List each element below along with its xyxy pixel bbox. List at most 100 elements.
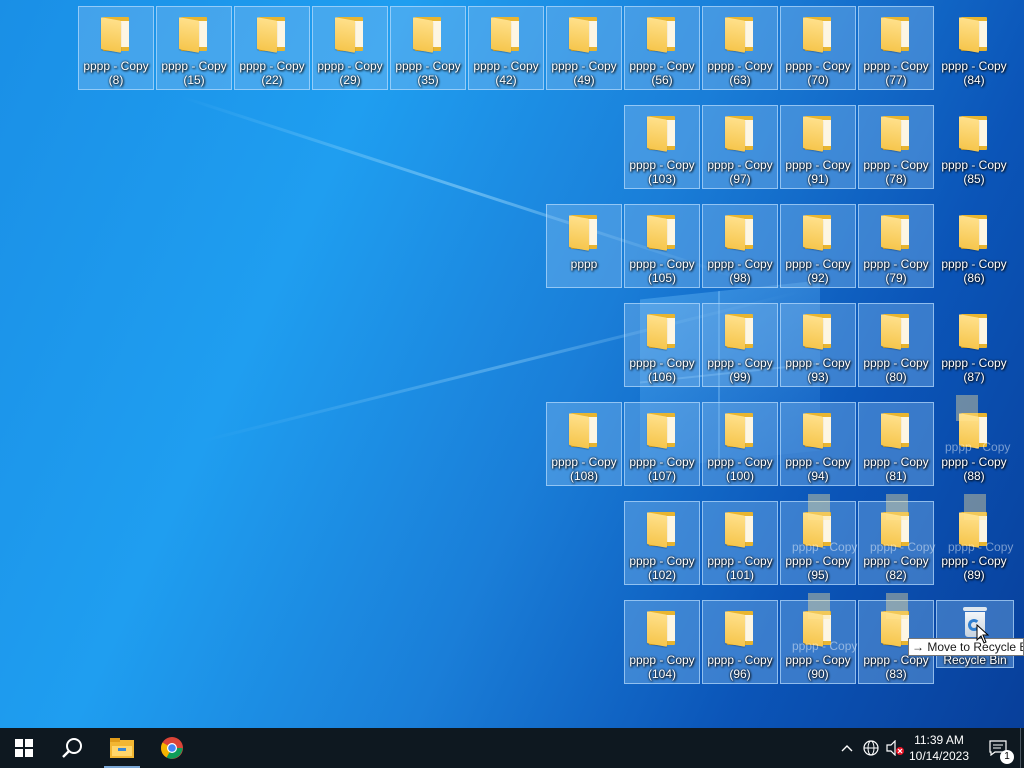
- desktop-folder-shortcut[interactable]: pppp - Copy (107): [624, 402, 700, 486]
- desktop-folder-shortcut[interactable]: pppp - Copy (97): [702, 105, 778, 189]
- folder-label-line: (86): [963, 271, 985, 285]
- desktop-folder-shortcut[interactable]: pppp - Copy (86): [936, 204, 1012, 288]
- desktop-folder-shortcut[interactable]: pppp - Copy (99): [702, 303, 778, 387]
- desktop-folder-shortcut[interactable]: pppp - Copy (70): [780, 6, 856, 90]
- desktop-folder-shortcut[interactable]: pppp - Copy (89): [936, 501, 1012, 585]
- search-button[interactable]: [48, 728, 96, 768]
- tray-overflow-button[interactable]: [838, 728, 856, 768]
- folder-label-line: (104): [647, 667, 676, 681]
- folder-label-line: pppp - Copy: [395, 59, 461, 73]
- folder-label: pppp - Copy (105): [624, 257, 700, 285]
- folder-label-line: (83): [885, 667, 907, 681]
- folder-label-line: (89): [963, 568, 985, 582]
- folder-label-line: pppp - Copy: [707, 653, 773, 667]
- desktop-folder-shortcut[interactable]: pppp - Copy (63): [702, 6, 778, 90]
- desktop-folder-shortcut[interactable]: pppp - Copy (81): [858, 402, 934, 486]
- folder-label-line: pppp - Copy: [941, 158, 1007, 172]
- folder-icon: [725, 114, 755, 152]
- desktop-folder-shortcut[interactable]: pppp - Copy (29): [312, 6, 388, 90]
- folder-label-line: (98): [729, 271, 751, 285]
- folder-label-line: pppp - Copy: [707, 455, 773, 469]
- folder-label-line: (96): [729, 667, 751, 681]
- volume-button[interactable]: [884, 728, 906, 768]
- network-button[interactable]: [860, 728, 882, 768]
- desktop-folder-shortcut[interactable]: pppp - Copy (104): [624, 600, 700, 684]
- desktop-folder-shortcut[interactable]: pppp - Copy (35): [390, 6, 466, 90]
- recycle-bin-shortcut[interactable]: Recycle Bin: [936, 600, 1014, 668]
- folder-label-line: pppp - Copy: [785, 158, 851, 172]
- folder-label-line: pppp - Copy: [785, 356, 851, 370]
- desktop-folder-shortcut[interactable]: pppp - Copy (91): [780, 105, 856, 189]
- desktop-folder-shortcut[interactable]: pppp - Copy (8): [78, 6, 154, 90]
- desktop-folder-shortcut[interactable]: pppp - Copy (100): [702, 402, 778, 486]
- desktop-folder-shortcut[interactable]: pppp - Copy (84): [936, 6, 1012, 90]
- clock-time: 11:39 AM: [914, 733, 964, 747]
- desktop-folder-shortcut[interactable]: pppp - Copy (15): [156, 6, 232, 90]
- folder-label-line: pppp - Copy: [863, 158, 929, 172]
- desktop-folder-shortcut[interactable]: pppp - Copy (80): [858, 303, 934, 387]
- desktop-folder-shortcut[interactable]: pppp: [546, 204, 622, 288]
- desktop-folder-shortcut[interactable]: pppp - Copy (93): [780, 303, 856, 387]
- folder-label: pppp - Copy (87): [936, 356, 1012, 384]
- folder-label-line: pppp - Copy: [707, 257, 773, 271]
- folder-label-line: (101): [725, 568, 754, 582]
- drag-drop-tooltip: → Move to Recycle Bin: [908, 638, 1024, 656]
- desktop-folder-shortcut[interactable]: pppp - Copy (90): [780, 600, 856, 684]
- desktop-folder-shortcut[interactable]: pppp - Copy (96): [702, 600, 778, 684]
- taskbar-clock[interactable]: 11:39 AM 10/14/2023: [906, 728, 972, 768]
- network-icon: [863, 740, 879, 756]
- folder-label: pppp - Copy (22): [234, 59, 310, 87]
- folder-label: pppp: [546, 257, 622, 271]
- desktop-folder-shortcut[interactable]: pppp - Copy (85): [936, 105, 1012, 189]
- folder-label-line: pppp - Copy: [941, 59, 1007, 73]
- desktop-folder-shortcut[interactable]: pppp - Copy (56): [624, 6, 700, 90]
- folder-label-line: (29): [339, 73, 361, 87]
- desktop-folder-shortcut[interactable]: pppp - Copy (88): [936, 402, 1012, 486]
- folder-label-line: pppp - Copy: [629, 653, 695, 667]
- desktop-folder-shortcut[interactable]: pppp - Copy (49): [546, 6, 622, 90]
- desktop-folder-shortcut[interactable]: pppp - Copy (98): [702, 204, 778, 288]
- desktop[interactable]: pppp - Copy (8) pppp - Copy (15) pppp - Copy…: [0, 0, 1024, 728]
- folder-icon: [569, 15, 599, 53]
- taskbar-file-explorer[interactable]: [98, 728, 146, 768]
- folder-label-line: pppp - Copy: [863, 455, 929, 469]
- folder-label-line: pppp - Copy: [629, 554, 695, 568]
- folder-label: pppp - Copy (29): [312, 59, 388, 87]
- folder-label-line: pppp - Copy: [317, 59, 383, 73]
- folder-label-line: (106): [647, 370, 676, 384]
- folder-label: pppp - Copy (89): [936, 554, 1012, 582]
- desktop-folder-shortcut[interactable]: pppp - Copy (82): [858, 501, 934, 585]
- volume-muted-icon: [886, 740, 904, 756]
- folder-icon: [647, 15, 677, 53]
- desktop-folder-shortcut[interactable]: pppp - Copy (95): [780, 501, 856, 585]
- folder-label-line: (56): [651, 73, 673, 87]
- start-button[interactable]: [0, 728, 48, 768]
- desktop-folder-shortcut[interactable]: pppp - Copy (106): [624, 303, 700, 387]
- desktop-folder-shortcut[interactable]: pppp - Copy (87): [936, 303, 1012, 387]
- folder-label: pppp - Copy (107): [624, 455, 700, 483]
- folder-label-line: pppp - Copy: [941, 257, 1007, 271]
- folder-label-line: (81): [885, 469, 907, 483]
- desktop-folder-shortcut[interactable]: pppp - Copy (94): [780, 402, 856, 486]
- desktop-folder-shortcut[interactable]: pppp - Copy (92): [780, 204, 856, 288]
- desktop-folder-shortcut[interactable]: pppp - Copy (42): [468, 6, 544, 90]
- folder-icon: [803, 312, 833, 350]
- action-center-button[interactable]: 1: [978, 728, 1018, 768]
- folder-label-line: (77): [885, 73, 907, 87]
- desktop-folder-shortcut[interactable]: pppp - Copy (77): [858, 6, 934, 90]
- taskbar: 11:39 AM 10/14/2023 1: [0, 728, 1024, 768]
- taskbar-chrome[interactable]: [148, 728, 196, 768]
- folder-label: pppp - Copy (49): [546, 59, 622, 87]
- desktop-folder-shortcut[interactable]: pppp - Copy (108): [546, 402, 622, 486]
- folder-label: pppp - Copy (99): [702, 356, 778, 384]
- folder-icon: [959, 114, 989, 152]
- folder-icon: [725, 15, 755, 53]
- desktop-folder-shortcut[interactable]: pppp - Copy (102): [624, 501, 700, 585]
- desktop-folder-shortcut[interactable]: pppp - Copy (22): [234, 6, 310, 90]
- desktop-folder-shortcut[interactable]: pppp - Copy (79): [858, 204, 934, 288]
- desktop-folder-shortcut[interactable]: pppp - Copy (101): [702, 501, 778, 585]
- desktop-folder-shortcut[interactable]: pppp - Copy (78): [858, 105, 934, 189]
- show-desktop-button[interactable]: [1020, 728, 1024, 768]
- desktop-folder-shortcut[interactable]: pppp - Copy (105): [624, 204, 700, 288]
- desktop-folder-shortcut[interactable]: pppp - Copy (103): [624, 105, 700, 189]
